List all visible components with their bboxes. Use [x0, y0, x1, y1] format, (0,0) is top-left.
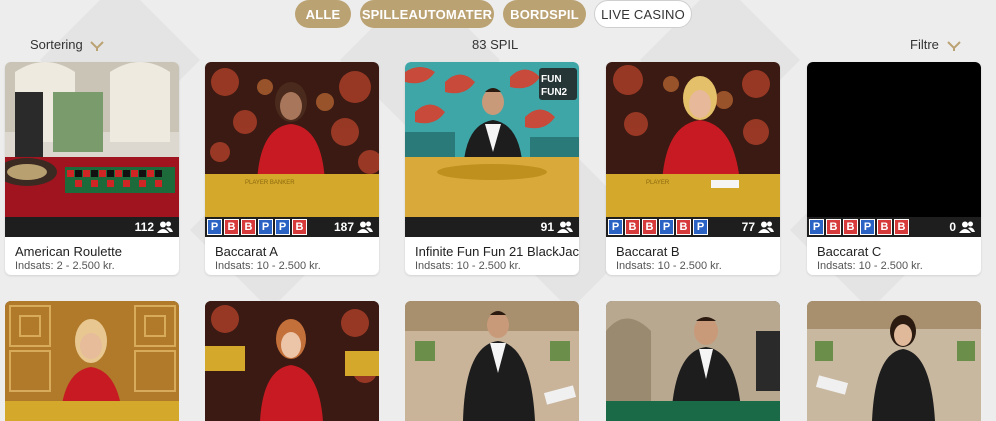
game-count: 83 SPIL	[472, 37, 519, 52]
game-thumbnail[interactable]	[5, 301, 179, 421]
filter-live-casino-button[interactable]: LIVE CASINO	[594, 0, 692, 28]
player-count: 187	[334, 220, 373, 234]
player-count-value: 0	[949, 220, 956, 234]
players-icon	[357, 221, 373, 233]
game-thumbnail[interactable]: FUN FUN2	[405, 62, 579, 217]
road-banker: B	[625, 219, 640, 235]
sort-button[interactable]: Sortering	[30, 37, 105, 52]
svg-text:FUN: FUN	[541, 74, 562, 85]
game-card-partial[interactable]	[205, 301, 379, 421]
game-thumbnail[interactable]	[807, 301, 981, 421]
player-count-value: 77	[741, 220, 755, 234]
filter-button[interactable]: Filtre	[910, 37, 961, 52]
road-banker: B	[292, 219, 307, 235]
game-status-bar: 91	[405, 217, 579, 237]
game-card-baccarat-b[interactable]: PLAYER P B B P B P 77 Baccarat B Indsats…	[606, 62, 780, 275]
player-count: 77	[742, 220, 774, 234]
game-thumbnail[interactable]	[205, 301, 379, 421]
road-banker: B	[642, 219, 657, 235]
game-thumbnail[interactable]	[606, 301, 780, 421]
road-player: P	[809, 219, 824, 235]
game-status-bar: P B B P B P 77	[606, 217, 780, 237]
road-player: P	[258, 219, 273, 235]
game-bet-range: Indsats: 10 - 2.500 kr.	[817, 260, 923, 272]
road-banker: B	[676, 219, 691, 235]
road-player: P	[608, 219, 623, 235]
road-banker: B	[843, 219, 858, 235]
game-card-baccarat-c[interactable]: P B B P B B 0 Baccarat C Indsats: 10 - 2…	[807, 62, 981, 275]
players-icon	[157, 221, 173, 233]
game-status-bar: P B B P P B 187	[205, 217, 379, 237]
filter-slots-button[interactable]: SPILLEAUTOMATER	[360, 0, 494, 28]
game-title: Baccarat C	[817, 244, 882, 259]
game-card-baccarat-a[interactable]: PLAYER BANKER P B B P P B 187 Baccarat A…	[205, 62, 379, 275]
player-count-value: 91	[540, 220, 554, 234]
game-card-american-roulette[interactable]: 112 American Roulette Indsats: 2 - 2.500…	[5, 62, 179, 275]
players-icon	[758, 221, 774, 233]
road-banker: B	[224, 219, 239, 235]
bead-road: P B B P B P	[608, 219, 708, 235]
road-banker: B	[877, 219, 892, 235]
game-bet-range: Indsats: 10 - 2.500 kr.	[415, 260, 521, 272]
player-count: 0	[949, 220, 975, 234]
game-card-fun-fun-21[interactable]: FUN FUN2 91 Infinite Fun Fun 21 BlackJac…	[405, 62, 579, 275]
chevron-down-icon	[90, 40, 105, 51]
game-thumbnail[interactable]: PLAYER BANKER	[205, 62, 379, 217]
filter-all-button[interactable]: ALLE	[295, 0, 351, 28]
game-title: Baccarat B	[616, 244, 680, 259]
svg-text:FUN2: FUN2	[541, 87, 568, 98]
sort-label: Sortering	[30, 37, 83, 52]
game-thumbnail[interactable]: PLAYER	[606, 62, 780, 217]
game-bet-range: Indsats: 10 - 2.500 kr.	[616, 260, 722, 272]
road-player: P	[659, 219, 674, 235]
game-card-partial[interactable]	[5, 301, 179, 421]
game-card-partial[interactable]	[606, 301, 780, 421]
players-icon	[959, 221, 975, 233]
players-icon	[557, 221, 573, 233]
bead-road: P B B P P B	[207, 219, 307, 235]
bead-road: P B B P B B	[809, 219, 909, 235]
game-card-partial[interactable]	[405, 301, 579, 421]
svg-text:PLAYER BANKER: PLAYER BANKER	[245, 180, 295, 186]
chevron-down-icon	[946, 40, 961, 51]
game-bet-range: Indsats: 2 - 2.500 kr.	[15, 260, 115, 272]
player-count-value: 187	[333, 220, 354, 234]
road-player: P	[207, 219, 222, 235]
road-banker: B	[241, 219, 256, 235]
filter-table-games-button[interactable]: BORDSPIL	[503, 0, 586, 28]
player-count-value: 112	[134, 220, 154, 234]
game-title: Baccarat A	[215, 244, 278, 259]
game-title: American Roulette	[15, 244, 122, 259]
svg-text:PLAYER: PLAYER	[646, 180, 670, 186]
road-banker: B	[826, 219, 841, 235]
game-thumbnail[interactable]	[5, 62, 179, 217]
category-filter-bar: ALLE SPILLEAUTOMATER BORDSPIL LIVE CASIN…	[0, 0, 996, 28]
road-player: P	[860, 219, 875, 235]
road-banker: B	[894, 219, 909, 235]
filter-label: Filtre	[910, 37, 939, 52]
game-status-bar: P B B P B B 0	[807, 217, 981, 237]
game-title: Infinite Fun Fun 21 BlackJack	[415, 244, 579, 259]
player-count: 91	[541, 220, 573, 234]
game-status-bar: 112	[5, 217, 179, 237]
game-thumbnail[interactable]	[405, 301, 579, 421]
road-player: P	[693, 219, 708, 235]
road-player: P	[275, 219, 290, 235]
game-thumbnail[interactable]	[807, 62, 981, 217]
player-count: 112	[135, 220, 173, 234]
game-card-partial[interactable]	[807, 301, 981, 421]
game-bet-range: Indsats: 10 - 2.500 kr.	[215, 260, 321, 272]
